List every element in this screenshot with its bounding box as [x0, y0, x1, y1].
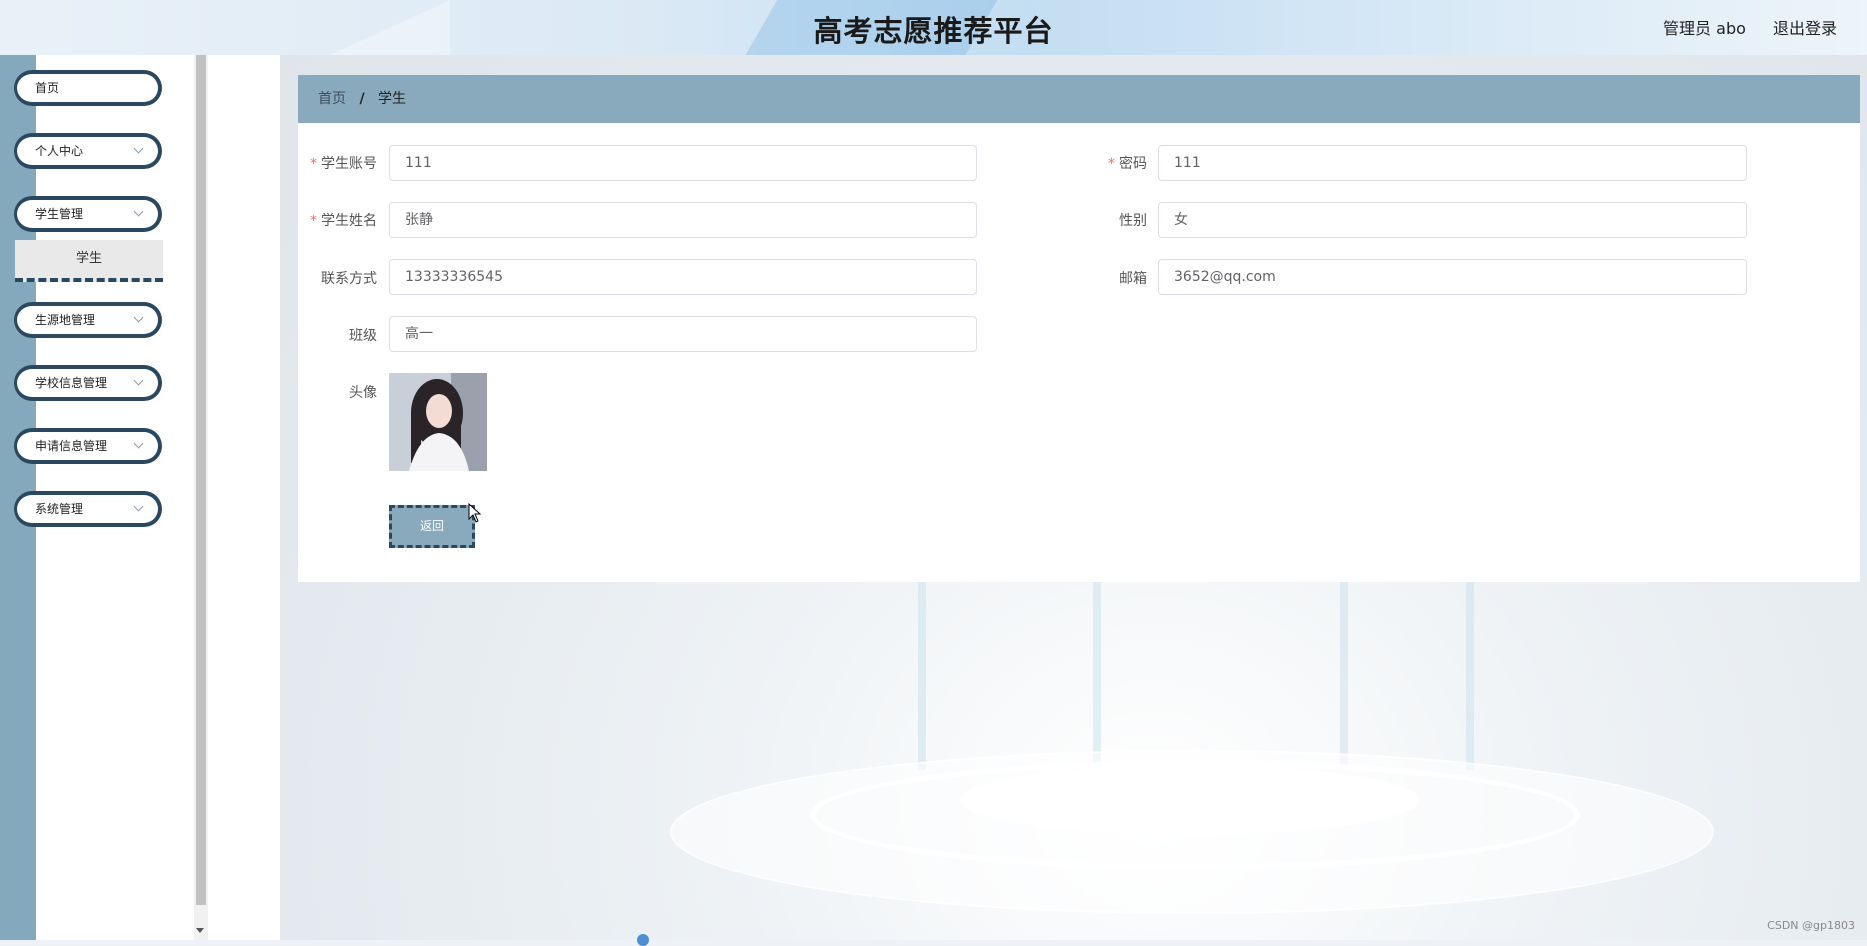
sidebar-item-system[interactable]: 系统管理: [14, 491, 162, 527]
breadcrumb: 首页 / 学生: [298, 75, 1860, 123]
breadcrumb-separator: /: [359, 91, 365, 107]
chevron-down-icon: [133, 143, 144, 154]
sidebar-item-label: 生源地管理: [35, 313, 96, 327]
student-detail-form: [298, 123, 1860, 582]
sidebar-item-label: 系统管理: [35, 502, 84, 516]
background-pillar: [918, 580, 926, 770]
current-user-label: 管理员 abo: [1663, 19, 1746, 38]
name-input[interactable]: 张静: [389, 202, 977, 238]
name-label: * 学生姓名: [297, 210, 377, 230]
chevron-down-icon: [133, 312, 144, 323]
email-input[interactable]: 3652@qq.com: [1158, 259, 1747, 295]
background-pillar: [1340, 580, 1348, 770]
gender-input[interactable]: 女: [1158, 202, 1747, 238]
app-title: 高考志愿推荐平台: [813, 14, 1054, 48]
account-label-text: 学生账号: [321, 156, 377, 172]
background-pillar: [1093, 580, 1101, 770]
background-platform-top: [960, 765, 1420, 835]
chevron-down-icon: [133, 501, 144, 512]
chevron-down-icon: [133, 375, 144, 386]
logout-link[interactable]: 退出登录: [1773, 19, 1837, 38]
back-button[interactable]: 返回: [389, 505, 475, 548]
sidebar-subitem-student[interactable]: 学生: [15, 240, 163, 282]
chevron-down-icon: [133, 438, 144, 449]
required-mark: *: [1108, 156, 1115, 172]
status-dot-icon: [637, 934, 649, 946]
gender-label: 性别: [1119, 213, 1147, 229]
password-label: * 密码: [1067, 153, 1147, 173]
sidebar-item-personal-center[interactable]: 个人中心: [14, 133, 162, 169]
breadcrumb-current: 学生: [378, 91, 407, 107]
avatar-label: 头像: [349, 385, 377, 401]
avatar-portrait-icon: [389, 373, 487, 471]
email-label: 邮箱: [1119, 271, 1147, 287]
sidebar-item-home[interactable]: 首页: [14, 70, 162, 106]
required-mark: *: [310, 156, 317, 172]
sidebar-item-label: 个人中心: [35, 144, 84, 158]
phone-input[interactable]: 13333336545: [389, 259, 977, 295]
sidebar-gap: [208, 55, 280, 940]
sidebar-item-student-management[interactable]: 学生管理: [14, 196, 162, 232]
sidebar-item-label: 学生管理: [35, 207, 84, 221]
phone-label: 联系方式: [321, 271, 377, 287]
sidebar-item-application-info[interactable]: 申请信息管理: [14, 428, 162, 464]
required-mark: *: [310, 213, 317, 229]
top-header: 高考志愿推荐平台 管理员 abo 退出登录: [0, 0, 1867, 55]
breadcrumb-home[interactable]: 首页: [318, 91, 346, 107]
password-input[interactable]: 111: [1158, 145, 1747, 181]
sidebar-item-school-info[interactable]: 学校信息管理: [14, 365, 162, 401]
password-label-text: 密码: [1119, 156, 1147, 172]
class-input[interactable]: 高一: [389, 316, 977, 352]
watermark: CSDN @gp1803: [1767, 919, 1855, 932]
background-pillar: [1466, 580, 1474, 770]
sidebar-item-origin-management[interactable]: 生源地管理: [14, 302, 162, 338]
sidebar-item-label: 学校信息管理: [35, 376, 108, 390]
account-label: * 学生账号: [297, 153, 377, 173]
sidebar-scrollbar-thumb[interactable]: [196, 55, 206, 905]
header-user-area: 管理员 abo 退出登录: [1641, 15, 1837, 39]
sidebar-item-label: 申请信息管理: [35, 439, 108, 453]
mouse-cursor-icon: [468, 503, 482, 523]
name-label-text: 学生姓名: [321, 213, 377, 229]
chevron-down-icon: [133, 206, 144, 217]
scroll-down-arrow-icon[interactable]: [196, 928, 204, 933]
account-input[interactable]: 111: [389, 145, 977, 181]
class-label: 班级: [349, 328, 377, 344]
avatar-image[interactable]: [389, 373, 487, 471]
sidebar-item-label: 首页: [35, 81, 60, 95]
